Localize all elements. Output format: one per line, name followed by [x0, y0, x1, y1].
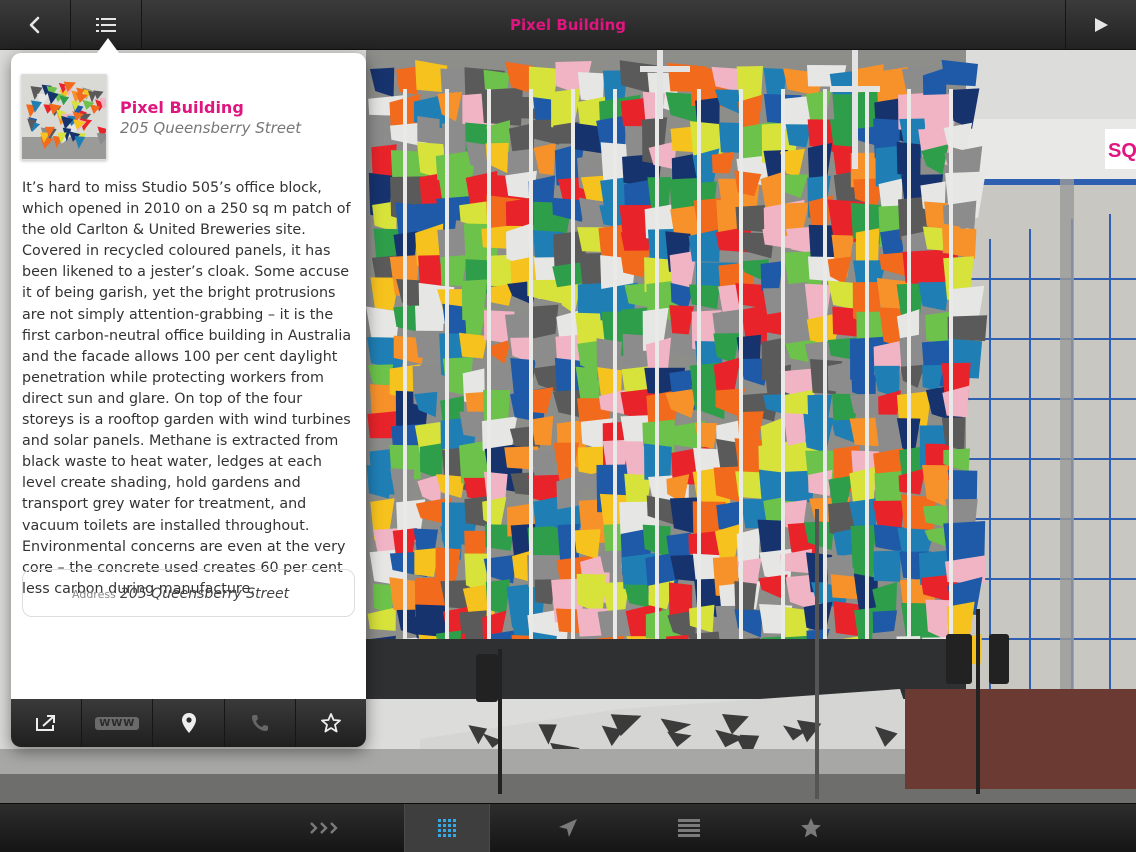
page-title: Pixel Building	[509, 16, 627, 34]
share-button[interactable]	[11, 699, 83, 747]
svg-text:SQ: SQ	[1108, 140, 1136, 162]
popover-arrow	[97, 38, 119, 53]
place-description: It’s hard to miss Studio 505’s office bl…	[22, 180, 352, 597]
map-pin-icon	[181, 713, 196, 733]
address-label: Address	[72, 588, 116, 601]
tab-favorites[interactable]	[769, 804, 853, 852]
play-icon	[1095, 17, 1108, 32]
back-button[interactable]	[0, 0, 71, 49]
tab-nearby[interactable]	[526, 804, 610, 852]
top-bar: Pixel Building	[0, 0, 1136, 50]
list-icon	[96, 17, 116, 32]
map-button[interactable]	[153, 699, 225, 747]
place-subtitle: 205 Queensberry Street	[120, 119, 302, 137]
tab-guide[interactable]	[282, 804, 366, 852]
website-button[interactable]: WWW	[82, 699, 154, 747]
tab-grid[interactable]	[404, 804, 490, 852]
star-icon	[321, 713, 341, 733]
address-value: 205 Queensberry Street	[120, 586, 290, 602]
play-button[interactable]	[1065, 0, 1136, 49]
phone-icon	[251, 715, 268, 731]
star-icon	[801, 818, 821, 838]
tab-list[interactable]	[647, 804, 731, 852]
chevrons-right-icon	[310, 822, 338, 834]
phone-button[interactable]	[225, 699, 296, 747]
place-title: Pixel Building	[120, 98, 244, 117]
place-detail-popover: Pixel Building 205 Queensberry Street It…	[11, 53, 366, 747]
location-arrow-icon	[559, 819, 577, 837]
share-icon	[36, 715, 56, 731]
address-row[interactable]: Address 205 Queensberry Street	[22, 569, 355, 617]
chevron-left-icon	[29, 16, 40, 33]
place-thumbnail[interactable]	[21, 74, 107, 160]
list-icon	[678, 819, 700, 837]
bottom-nav	[0, 803, 1136, 852]
favorite-button[interactable]	[296, 699, 366, 747]
action-bar: WWW	[11, 699, 366, 747]
www-icon: WWW	[95, 716, 140, 730]
grid-icon	[438, 819, 456, 837]
